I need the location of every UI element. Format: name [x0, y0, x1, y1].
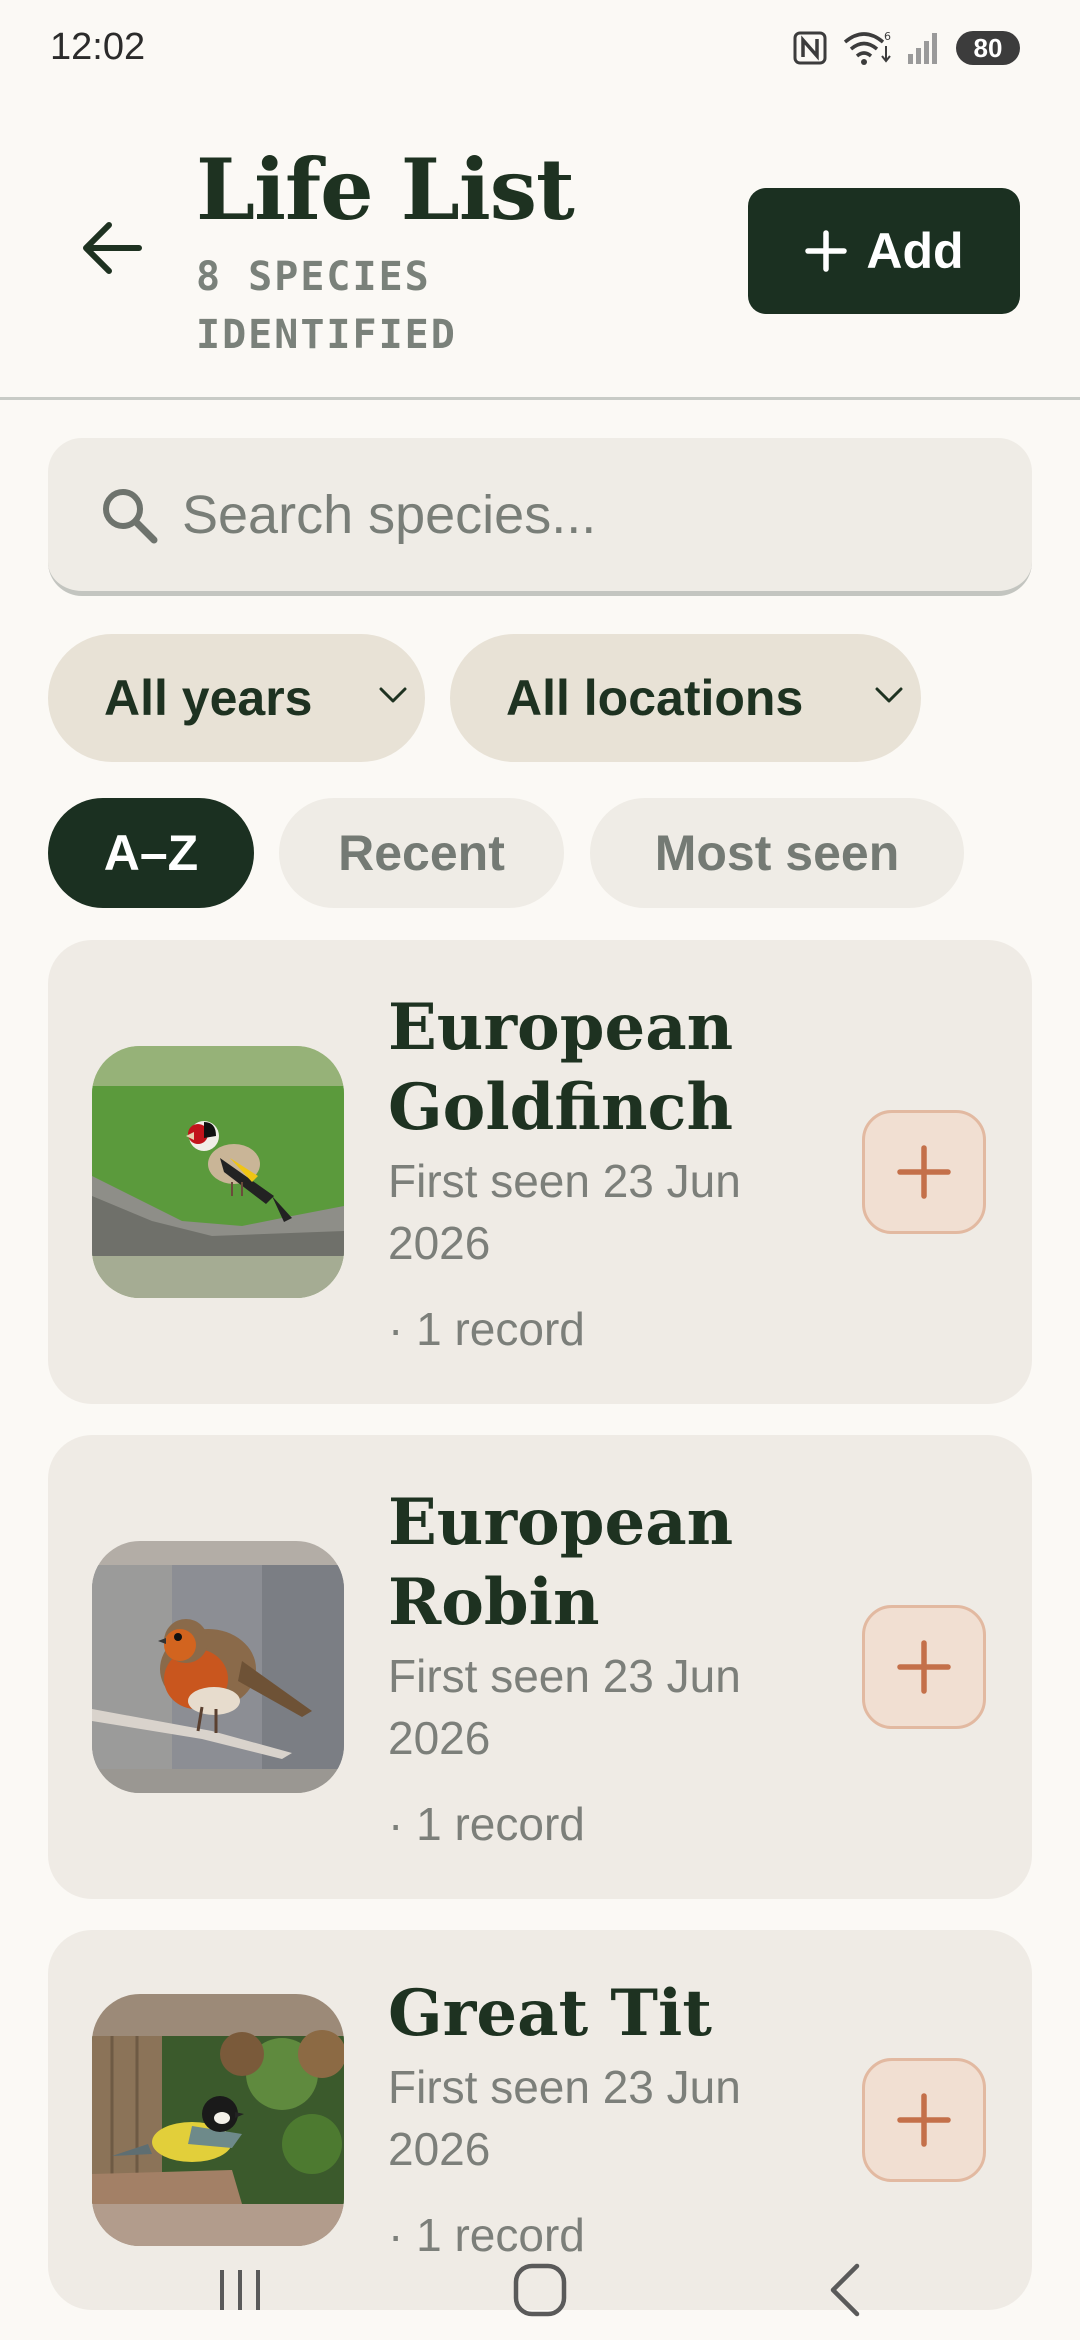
species-count: 8 SPECIES IDENTIFIED [196, 254, 457, 358]
species-name: European Robin [388, 1485, 734, 1640]
species-name: European Goldfinch [388, 990, 734, 1145]
species-name: Great Tit [388, 1976, 712, 2051]
system-back-button[interactable] [784, 2240, 904, 2340]
goldfinch-image [92, 1046, 344, 1298]
locations-dropdown-label: All locations [506, 670, 804, 726]
species-card[interactable]: European Goldfinch First seen 23 Jun 202… [48, 940, 1032, 1404]
species-photo [92, 1541, 344, 1793]
status-bar: 12:02 6 80 [0, 0, 1080, 96]
system-nav-bar [0, 2240, 1080, 2340]
home-button[interactable] [480, 2240, 600, 2340]
sort-most-seen-chip[interactable]: Most seen [590, 798, 964, 908]
years-dropdown[interactable]: All years [48, 634, 425, 762]
record-count: · 1 record [388, 1303, 585, 1355]
plus-icon [897, 1145, 951, 1199]
species-photo [92, 1046, 344, 1298]
search-icon [103, 489, 158, 544]
page-title: Life List [196, 140, 575, 239]
species-photo [92, 1994, 344, 2246]
great-tit-image [92, 1994, 344, 2246]
app-screen: 12:02 6 80 Life List 8 SPECIES IDENTIFIE… [0, 0, 1080, 2340]
home-icon [513, 2263, 567, 2317]
first-seen-date: First seen 23 Jun 2026 [388, 1155, 741, 1269]
years-dropdown-label: All years [104, 670, 313, 726]
record-count: · 1 record [388, 1798, 585, 1850]
chevron-left-icon [830, 2263, 860, 2317]
add-button[interactable]: Add [748, 188, 1020, 314]
back-button[interactable] [70, 206, 154, 290]
add-sighting-button[interactable] [862, 1605, 986, 1729]
search-bar[interactable] [48, 438, 1032, 596]
plus-icon [897, 2093, 951, 2147]
recent-apps-icon [220, 2270, 260, 2310]
first-seen-date: First seen 23 Jun 2026 [388, 2061, 741, 2175]
plus-icon [897, 1640, 951, 1694]
sort-recent-chip[interactable]: Recent [279, 798, 564, 908]
species-card[interactable]: European Robin First seen 23 Jun 2026 · … [48, 1435, 1032, 1899]
search-input[interactable] [182, 470, 982, 560]
chevron-down-icon [875, 687, 903, 703]
svg-text:6: 6 [884, 30, 891, 43]
add-button-label: Add [866, 223, 964, 279]
first-seen-date: First seen 23 Jun 2026 [388, 1650, 741, 1764]
sort-recent-label: Recent [338, 825, 505, 881]
app-header: Life List 8 SPECIES IDENTIFIED Add [0, 96, 1080, 400]
status-time: 12:02 [50, 26, 146, 68]
battery-level: 80 [973, 32, 1003, 63]
robin-image [92, 1541, 344, 1793]
recent-apps-button[interactable] [180, 2240, 300, 2340]
sort-az-label: A–Z [103, 825, 199, 881]
locations-dropdown[interactable]: All locations [450, 634, 921, 762]
sort-most-seen-label: Most seen [654, 825, 900, 881]
arrow-left-icon [83, 222, 142, 274]
add-sighting-button[interactable] [862, 2058, 986, 2182]
wifi-icon: 6 [843, 30, 891, 65]
add-sighting-button[interactable] [862, 1110, 986, 1234]
header-divider [0, 397, 1080, 400]
chevron-down-icon [379, 687, 407, 703]
nfc-icon [793, 31, 827, 65]
battery-icon: 80 [956, 31, 1020, 65]
sort-az-chip[interactable]: A–Z [48, 798, 254, 908]
status-icons: 6 80 [792, 30, 1020, 66]
signal-icon [908, 33, 937, 64]
plus-icon [805, 230, 848, 272]
